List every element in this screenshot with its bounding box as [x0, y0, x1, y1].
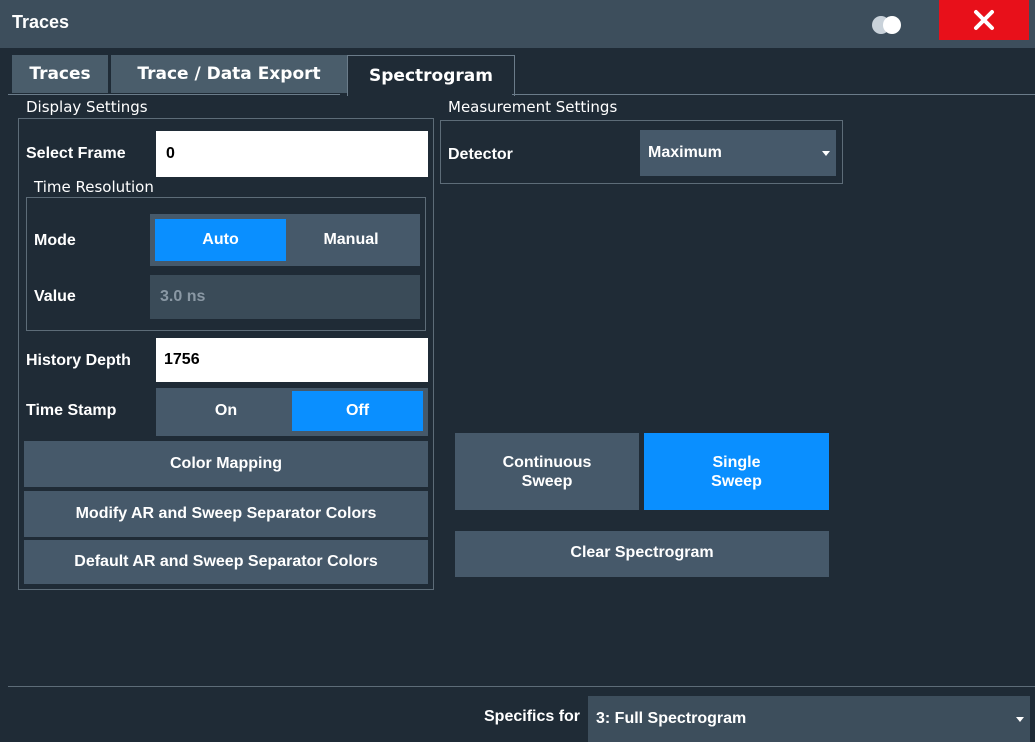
time-stamp-on-button[interactable]: On: [160, 391, 292, 431]
select-frame-input[interactable]: 0: [156, 131, 428, 177]
detector-label: Detector: [448, 146, 513, 163]
tab-trace-data-export[interactable]: Trace / Data Export: [111, 55, 347, 93]
chevron-down-icon: [1016, 717, 1024, 722]
close-button[interactable]: [939, 0, 1029, 40]
close-icon: [974, 10, 994, 30]
tab-divider: [512, 94, 1035, 95]
continuous-sweep-button[interactable]: Continuous Sweep: [455, 433, 639, 510]
continuous-sweep-line1: Continuous: [502, 453, 592, 471]
detector-select[interactable]: Maximum: [640, 130, 836, 176]
value-label: Value: [34, 288, 76, 305]
time-stamp-label: Time Stamp: [26, 402, 117, 419]
history-depth-input[interactable]: 1756: [156, 338, 428, 382]
tab-bar: Traces Trace / Data Export Spectrogram: [8, 55, 1033, 96]
tab-traces[interactable]: Traces: [12, 55, 108, 93]
modify-colors-button[interactable]: Modify AR and Sweep Separator Colors: [24, 491, 428, 537]
default-colors-button[interactable]: Default AR and Sweep Separator Colors: [24, 540, 428, 584]
single-sweep-line1: Single: [712, 453, 761, 471]
select-frame-label: Select Frame: [26, 145, 126, 162]
tab-divider: [8, 94, 340, 95]
display-settings-label: Display Settings: [26, 98, 148, 116]
toggle-icon[interactable]: [868, 14, 912, 36]
color-mapping-button[interactable]: Color Mapping: [24, 441, 428, 487]
clear-spectrogram-button[interactable]: Clear Spectrogram: [455, 531, 829, 577]
detector-value: Maximum: [648, 144, 722, 161]
single-sweep-button[interactable]: Single Sweep: [644, 433, 829, 510]
time-resolution-value-field: 3.0 ns: [150, 275, 420, 319]
mode-manual-button[interactable]: Manual: [286, 219, 416, 261]
measurement-settings-label: Measurement Settings: [448, 98, 618, 116]
single-sweep-line2: Sweep: [711, 472, 762, 490]
continuous-sweep-line2: Sweep: [521, 472, 573, 490]
specifics-select[interactable]: 3: Full Spectrogram: [588, 696, 1030, 742]
mode-label: Mode: [34, 232, 76, 249]
window-title: Traces: [12, 12, 70, 32]
history-depth-label: History Depth: [26, 352, 131, 369]
time-resolution-label: Time Resolution: [34, 178, 154, 196]
chevron-down-icon: [822, 151, 830, 156]
tab-spectrogram[interactable]: Spectrogram: [347, 55, 515, 96]
mode-auto-button[interactable]: Auto: [155, 219, 286, 261]
footer-divider: [8, 686, 1035, 687]
specifics-label: Specifics for: [484, 708, 581, 725]
time-stamp-off-button[interactable]: Off: [292, 391, 423, 431]
specifics-value: 3: Full Spectrogram: [596, 710, 747, 727]
